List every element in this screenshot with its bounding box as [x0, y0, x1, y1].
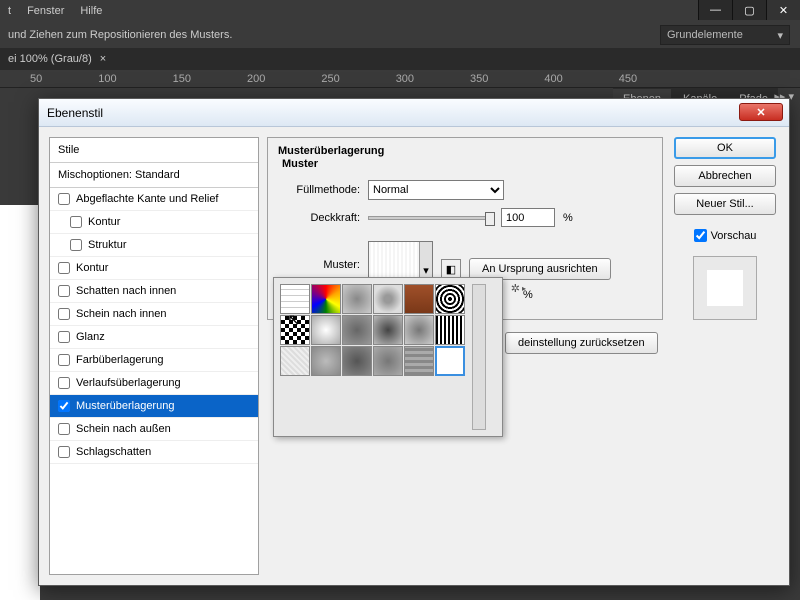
style-checkbox[interactable]	[58, 400, 70, 412]
style-label: Schatten nach innen	[76, 285, 176, 297]
pattern-thumb-checker[interactable]	[280, 315, 310, 345]
style-checkbox[interactable]	[58, 262, 70, 274]
pattern-thumb-grid[interactable]	[280, 284, 310, 314]
close-app-button[interactable]: ✕	[766, 0, 800, 20]
style-row[interactable]: Schein nach außen	[50, 418, 258, 441]
style-row[interactable]: Verlaufsüberlagerung	[50, 372, 258, 395]
style-checkbox[interactable]	[58, 354, 70, 366]
style-checkbox[interactable]	[58, 423, 70, 435]
style-checkbox[interactable]	[58, 446, 70, 458]
opacity-unit: %	[563, 212, 573, 224]
style-label: Kontur	[88, 216, 120, 228]
menu-item[interactable]: Fenster	[27, 5, 64, 17]
blend-options-row[interactable]: Mischoptionen: Standard	[50, 163, 258, 188]
style-label: Schein nach außen	[76, 423, 171, 435]
preview-swatch	[693, 256, 757, 320]
canvas[interactable]	[0, 205, 40, 600]
style-row[interactable]: Struktur	[50, 234, 258, 257]
horizontal-ruler: 50100150200250300350400450	[0, 70, 800, 88]
style-checkbox[interactable]	[58, 285, 70, 297]
preview-checkbox-input[interactable]	[694, 229, 707, 242]
style-label: Verlaufsüberlagerung	[76, 377, 181, 389]
style-label: Kontur	[76, 262, 108, 274]
chevron-down-icon: ▾	[777, 29, 783, 42]
cancel-button[interactable]: Abbrechen	[674, 165, 776, 187]
pattern-thumb-tiles[interactable]	[404, 346, 434, 376]
style-label: Schlagschatten	[76, 446, 151, 458]
pattern-thumb-linen[interactable]	[280, 346, 310, 376]
style-checkbox[interactable]	[58, 331, 70, 343]
style-label: Glanz	[76, 331, 105, 343]
style-checkbox[interactable]	[58, 308, 70, 320]
reset-default-button[interactable]: deinstellung zurücksetzen	[505, 332, 658, 354]
workspace-preset-combo[interactable]: Grundelemente▾	[660, 25, 790, 45]
group-title: Musterüberlagerung	[278, 145, 652, 157]
maximize-button[interactable]: ▢	[732, 0, 766, 20]
pattern-thumb-clouds[interactable]	[311, 315, 341, 345]
style-row[interactable]: Schlagschatten	[50, 441, 258, 464]
document-tab[interactable]: ei 100% (Grau/8)×	[0, 48, 800, 70]
picker-scrollbar[interactable]	[472, 284, 486, 430]
style-row[interactable]: Glanz	[50, 326, 258, 349]
minimize-button[interactable]: —	[698, 0, 732, 20]
pattern-thumb-cells[interactable]	[373, 284, 403, 314]
style-row[interactable]: Kontur	[50, 257, 258, 280]
pattern-thumb-spiral[interactable]	[435, 284, 465, 314]
opacity-slider[interactable]	[368, 216, 493, 220]
blend-mode-label: Füllmethode:	[278, 184, 360, 196]
layer-style-dialog: Ebenenstil ✕ Stile Mischoptionen: Standa…	[38, 98, 790, 586]
pattern-thumb-rocks[interactable]	[342, 315, 372, 345]
dialog-title: Ebenenstil	[47, 106, 103, 120]
pattern-thumb-pebbles[interactable]	[404, 315, 434, 345]
app-menubar[interactable]: t Fenster Hilfe	[0, 0, 800, 22]
style-checkbox[interactable]	[58, 193, 70, 205]
style-row[interactable]: Farbüberlagerung	[50, 349, 258, 372]
pattern-label: Muster:	[278, 259, 360, 271]
opacity-input[interactable]	[501, 208, 555, 227]
ok-button[interactable]: OK	[674, 137, 776, 159]
sub-group-title: Muster	[282, 158, 652, 170]
hint-text: und Ziehen zum Repositionieren des Muste…	[8, 29, 232, 41]
styles-header[interactable]: Stile	[50, 138, 258, 163]
menu-item[interactable]: Hilfe	[80, 5, 102, 17]
create-pattern-icon[interactable]: ◧	[441, 259, 461, 279]
style-row[interactable]: Schein nach innen	[50, 303, 258, 326]
style-row[interactable]: Abgeflachte Kante und Relief	[50, 188, 258, 211]
preview-checkbox[interactable]: Vorschau	[694, 229, 757, 242]
style-row[interactable]: Kontur	[50, 211, 258, 234]
new-style-button[interactable]: Neuer Stil...	[674, 193, 776, 215]
blend-mode-select[interactable]: Normal	[368, 180, 504, 200]
menu-item[interactable]: t	[8, 5, 11, 17]
pattern-thumb-noise1[interactable]	[342, 284, 372, 314]
pattern-thumb-camo[interactable]	[342, 346, 372, 376]
style-label: Farbüberlagerung	[76, 354, 163, 366]
styles-list: Stile Mischoptionen: Standard Abgeflacht…	[49, 137, 259, 575]
pattern-grid[interactable]	[280, 284, 468, 430]
pattern-picker-popup: ✲▸	[273, 277, 503, 437]
pattern-thumb-granite[interactable]	[373, 346, 403, 376]
pattern-thumb-rainbow[interactable]	[311, 284, 341, 314]
dialog-close-button[interactable]: ✕	[739, 103, 783, 121]
picker-menu-icon[interactable]: ✲▸	[511, 282, 526, 295]
pattern-thumb-leather[interactable]	[404, 284, 434, 314]
style-checkbox[interactable]	[70, 239, 82, 251]
style-checkbox[interactable]	[58, 377, 70, 389]
style-label: Struktur	[88, 239, 127, 251]
style-checkbox[interactable]	[70, 216, 82, 228]
opacity-label: Deckkraft:	[278, 212, 360, 224]
pattern-thumb-bubbles[interactable]	[311, 346, 341, 376]
style-label: Musterüberlagerung	[76, 400, 174, 412]
pattern-thumb-dots[interactable]	[373, 315, 403, 345]
style-row[interactable]: Schatten nach innen	[50, 280, 258, 303]
style-label: Abgeflachte Kante und Relief	[76, 193, 219, 205]
style-row[interactable]: Musterüberlagerung	[50, 395, 258, 418]
style-label: Schein nach innen	[76, 308, 167, 320]
pattern-thumb-blank[interactable]	[435, 346, 465, 376]
dialog-titlebar[interactable]: Ebenenstil ✕	[39, 99, 789, 127]
close-icon[interactable]: ×	[100, 53, 106, 65]
pattern-thumb-stripes[interactable]	[435, 315, 465, 345]
